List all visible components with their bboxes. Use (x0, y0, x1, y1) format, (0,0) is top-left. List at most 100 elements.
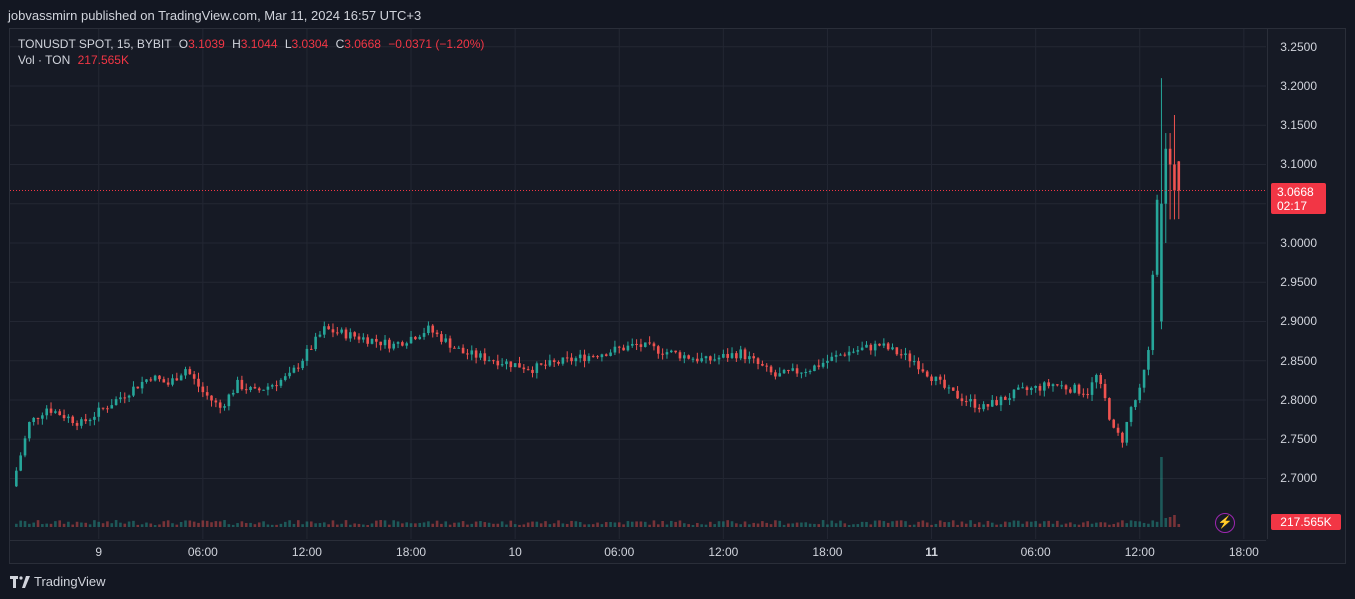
candle-body (292, 367, 296, 373)
volume-bar (375, 520, 378, 527)
candle-body (1021, 387, 1024, 389)
candle-body (349, 332, 352, 339)
volume-bar (1021, 523, 1024, 527)
candle-body (218, 402, 222, 408)
volume-bar (977, 522, 981, 527)
volume-bar (748, 524, 751, 527)
published-line: jobvassmirn published on TradingView.com… (8, 8, 422, 23)
candle-body (752, 356, 756, 359)
candle-body (1116, 427, 1120, 433)
volume-bar (175, 524, 179, 527)
time-axis[interactable]: 9 06:00 12:00 18:00 10 06:00 12:00 18:00 11 06:00… (10, 540, 1266, 562)
candle-body (123, 397, 127, 399)
volume-bar (1073, 524, 1076, 527)
candle-body (917, 361, 920, 370)
volume-bar (696, 522, 699, 527)
volume-bar (1103, 522, 1107, 527)
volume-bar (309, 521, 313, 527)
volume-bar (405, 522, 409, 527)
volume-bar (513, 524, 517, 527)
time-tick-label: 11 (925, 545, 938, 559)
volume-bar (1008, 522, 1011, 527)
candle-body (726, 353, 729, 358)
price-tick-label: 3.1000 (1280, 157, 1317, 172)
volume-bar (1064, 523, 1068, 527)
price-tick-label: 3.2500 (1280, 39, 1317, 54)
tradingview-logo[interactable]: TradingView (10, 574, 106, 589)
volume-bar (323, 522, 326, 527)
candle-body (1129, 407, 1133, 422)
volume-bar (509, 520, 513, 527)
volume-bar (752, 522, 756, 527)
volume-bar (1060, 524, 1063, 527)
candle-body (257, 388, 261, 391)
volume-bar (1069, 522, 1072, 527)
volume-bar (149, 523, 153, 527)
volume-bar (1168, 517, 1172, 527)
volume-bar (891, 521, 894, 527)
volume-tag: 217.565K (1271, 514, 1341, 530)
price-tick-label: 2.9500 (1280, 275, 1317, 290)
volume-bar (613, 522, 617, 527)
volume-bar (1112, 523, 1116, 527)
candle-body (84, 419, 88, 422)
volume-bar (821, 520, 825, 527)
volume-bar (1142, 522, 1146, 527)
volume-bar (353, 523, 356, 527)
volume-bar (409, 523, 413, 527)
volume-bar (453, 522, 456, 527)
candle-body (279, 379, 283, 386)
volume-bar (227, 524, 231, 527)
candle-body (847, 351, 851, 356)
candle-body (1030, 387, 1033, 391)
candle-body (995, 400, 998, 406)
volume-bar (179, 521, 183, 527)
time-tick-label: 06:00 (187, 545, 218, 559)
volume-bar (62, 523, 66, 527)
candle-body (743, 349, 747, 360)
volume-bar (444, 521, 448, 527)
candle-body (32, 417, 35, 423)
price-tick-label: 2.7000 (1280, 471, 1317, 486)
volume-bar (782, 524, 786, 527)
volume-bar (873, 520, 877, 527)
candle-body (1043, 382, 1046, 391)
volume-bar (457, 522, 461, 527)
volume-bar (88, 524, 92, 527)
bar-countdown: 02:17 (1277, 198, 1308, 213)
volume-bar (973, 523, 977, 527)
price-axis[interactable]: 3.25003.20003.15003.10003.05003.00002.95… (1267, 29, 1345, 539)
volume-bar (964, 523, 968, 527)
volume-bar (917, 521, 920, 527)
volume-bar (617, 522, 621, 527)
volume-bar (231, 524, 235, 527)
volume-bar (1077, 524, 1081, 527)
volume-bar (921, 520, 925, 527)
candle-body (730, 353, 734, 358)
volume-bar (925, 522, 929, 527)
candle-body (886, 343, 890, 350)
volume-bar (938, 520, 942, 527)
candle-body (45, 408, 48, 416)
candlestick-chart (10, 29, 1266, 539)
volume-bar (1138, 521, 1142, 527)
volume-bar (774, 520, 777, 527)
candle-body (23, 438, 27, 456)
volume-bar (1047, 520, 1050, 527)
volume-bar (522, 524, 526, 527)
candle-body (826, 360, 829, 363)
candle-body (999, 396, 1003, 406)
volume-bar (244, 523, 248, 527)
candle-body (1103, 383, 1107, 399)
candle-body (700, 358, 703, 362)
candle-body (670, 350, 673, 353)
candle-body (1090, 382, 1094, 395)
volume-bar (552, 523, 556, 527)
price-tick-label: 2.7500 (1280, 432, 1317, 447)
volume-bar (882, 521, 886, 527)
volume-bar (275, 524, 278, 527)
lightning-icon[interactable]: ⚡ (1215, 513, 1235, 533)
chart-plot-area[interactable] (10, 29, 1266, 539)
volume-bar (440, 523, 443, 527)
candle-body (283, 376, 287, 380)
